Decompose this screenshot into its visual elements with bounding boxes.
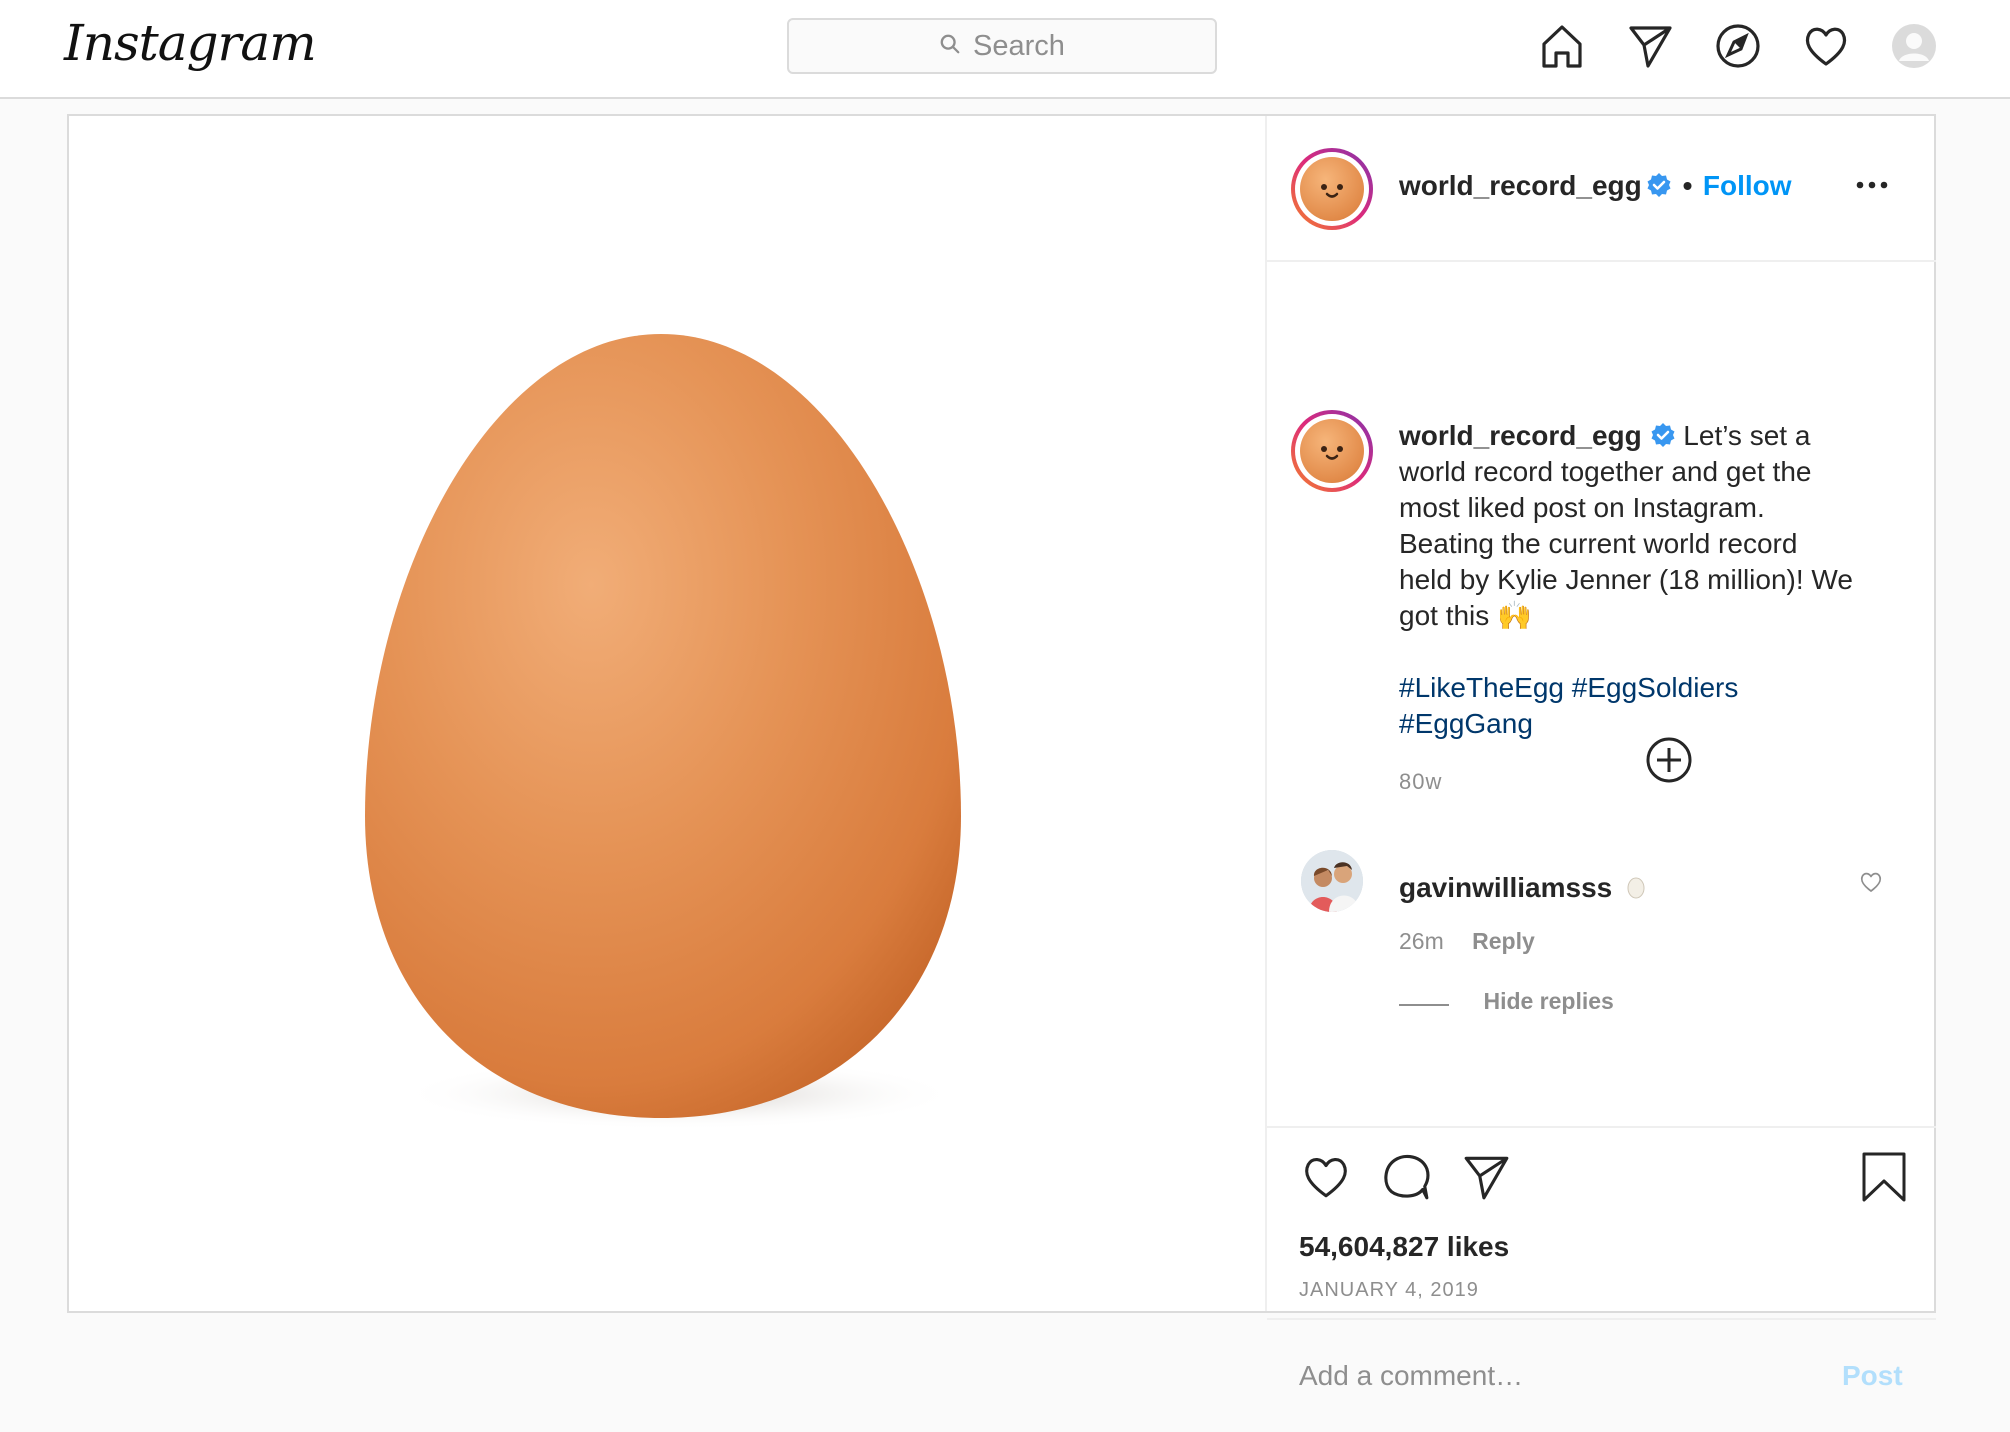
hashtags-line[interactable]: #LikeTheEgg #EggSoldiers <box>1399 670 1899 706</box>
follow-button[interactable]: Follow <box>1703 170 1792 201</box>
caption-username[interactable]: world_record_egg <box>1399 420 1642 451</box>
activity-heart-icon[interactable] <box>1802 22 1850 70</box>
post-comment-button[interactable]: Post <box>1842 1360 1903 1392</box>
comment-meta: 26m Reply <box>1399 928 1535 955</box>
commenter-username[interactable]: gavinwilliamsss <box>1399 872 1612 903</box>
author-line: world_record_egg • Follow <box>1399 170 1792 202</box>
egg-face-icon <box>1321 184 1343 198</box>
comment-time: 26m <box>1399 928 1444 954</box>
caption-text-line: held by Kylie Jenner (18 million)! We <box>1399 564 1853 595</box>
post-image[interactable] <box>69 116 1267 1311</box>
comment-like-icon[interactable] <box>1859 870 1883 899</box>
egg-emoji-icon <box>1627 875 1645 904</box>
verified-badge-icon <box>1646 172 1672 198</box>
hide-replies-row[interactable]: Hide replies <box>1399 988 1614 1018</box>
hide-replies-button[interactable]: Hide replies <box>1483 988 1613 1014</box>
caption-text-line: world record together and get the <box>1399 456 1812 487</box>
profile-avatar[interactable] <box>1890 22 1938 70</box>
search-icon <box>939 33 961 60</box>
instagram-logo[interactable]: Instagram <box>64 14 317 72</box>
share-icon[interactable] <box>1461 1152 1511 1207</box>
post-side-panel: world_record_egg • Follow world_record_e… <box>1267 116 1936 1391</box>
verified-badge-icon <box>1650 421 1676 447</box>
like-icon[interactable] <box>1301 1152 1351 1207</box>
replies-divider-line <box>1399 1003 1449 1006</box>
save-bookmark-icon[interactable] <box>1860 1150 1908 1209</box>
caption-text-line: got this 🙌 <box>1399 600 1532 631</box>
commenter-avatar[interactable] <box>1301 850 1363 912</box>
add-comment-row: Add a comment… Post <box>1267 1318 1936 1432</box>
caption-text-line: Beating the current world record <box>1399 528 1798 559</box>
egg-face-icon <box>1321 446 1343 460</box>
caption-text-line: Let’s set a <box>1683 420 1811 451</box>
egg-photo <box>365 334 961 1130</box>
comment-input[interactable]: Add a comment… <box>1299 1360 1523 1392</box>
post-actions: 54,604,827 likes January 4, 2019 <box>1267 1126 1936 1318</box>
top-navigation-bar: Instagram Search <box>0 0 2010 99</box>
search-input[interactable]: Search <box>787 18 1217 74</box>
reply-button[interactable]: Reply <box>1472 928 1535 954</box>
post-header: world_record_egg • Follow <box>1267 116 1936 262</box>
load-more-comments-icon[interactable] <box>1645 736 1693 789</box>
direct-icon[interactable] <box>1626 22 1674 70</box>
likes-count[interactable]: 54,604,827 likes <box>1299 1231 1509 1263</box>
caption-author-avatar[interactable] <box>1291 410 1373 492</box>
home-icon[interactable] <box>1538 22 1586 70</box>
separator-dot: • <box>1682 170 1693 201</box>
comment-header: gavinwilliamsss <box>1399 872 1645 904</box>
explore-icon[interactable] <box>1714 22 1762 70</box>
post-card: world_record_egg • Follow world_record_e… <box>67 114 1936 1391</box>
author-avatar[interactable] <box>1291 148 1373 230</box>
search-placeholder: Search <box>973 29 1065 62</box>
author-username[interactable]: world_record_egg <box>1399 170 1642 201</box>
caption-text-line: most liked post on Instagram. <box>1399 492 1765 523</box>
more-options-icon[interactable] <box>1855 178 1889 196</box>
post-date[interactable]: January 4, 2019 <box>1299 1279 1479 1302</box>
comment-icon[interactable] <box>1381 1152 1431 1207</box>
